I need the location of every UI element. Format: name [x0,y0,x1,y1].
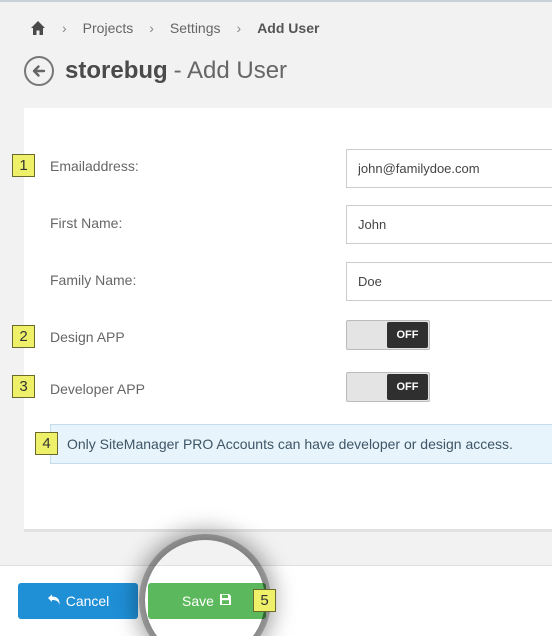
breadcrumb: › Projects › Settings › Add User [30,18,319,38]
design-app-toggle[interactable]: OFF [346,320,430,350]
breadcrumb-separator: › [236,20,242,36]
info-message: Only SiteManager PRO Accounts can have d… [50,424,552,464]
breadcrumb-separator: › [62,20,67,36]
toggle-state: OFF [387,322,428,348]
marker-1: 1 [12,154,35,177]
design-app-label: Design APP [50,329,125,345]
page-title: storebug - Add User [24,54,287,88]
arrow-left-icon [32,65,46,77]
breadcrumb-settings[interactable]: Settings [170,20,221,36]
family-name-field[interactable] [346,262,552,301]
project-name: storebug [65,57,168,84]
cancel-label: Cancel [65,593,110,609]
toggle-state: OFF [387,374,428,400]
email-label: Emailaddress: [50,158,139,174]
developer-app-toggle[interactable]: OFF [346,372,430,402]
back-button[interactable] [24,56,54,86]
footer-bar: Cancel Save [0,565,552,636]
breadcrumb-separator: › [149,20,154,36]
breadcrumb-projects[interactable]: Projects [83,20,134,36]
page-subtitle: - Add User [173,57,288,84]
first-name-label: First Name: [50,215,123,231]
marker-2: 2 [12,325,35,348]
first-name-field[interactable] [346,205,552,244]
cancel-button[interactable]: Cancel [18,583,138,619]
top-border [0,0,552,2]
floppy-disk-icon [219,593,232,609]
breadcrumb-current: Add User [257,20,320,36]
marker-4: 4 [35,432,58,455]
undo-arrow-icon [47,593,61,609]
marker-3: 3 [12,375,35,398]
info-text: Only SiteManager PRO Accounts can have d… [67,436,513,452]
save-label: Save [182,593,214,609]
family-name-label: Family Name: [50,272,137,288]
save-button[interactable]: Save [148,583,266,619]
email-field[interactable] [346,149,552,188]
marker-5: 5 [253,589,276,612]
home-icon[interactable] [30,20,46,36]
developer-app-label: Developer APP [50,381,145,397]
